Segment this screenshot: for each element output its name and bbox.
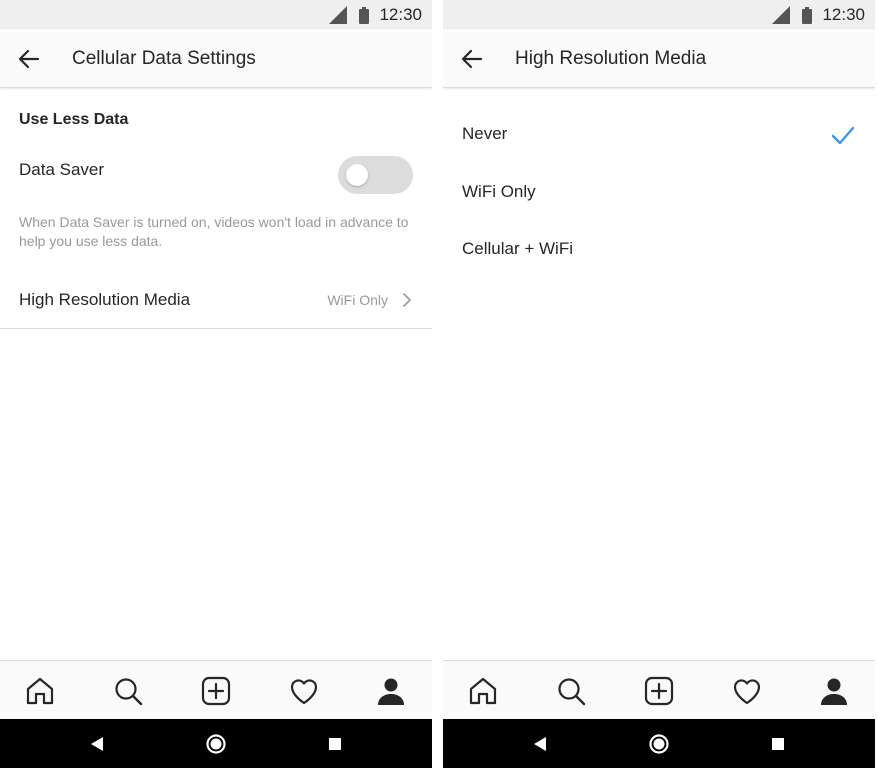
recents-square-icon[interactable] — [324, 733, 346, 755]
home-circle-icon[interactable] — [205, 733, 227, 755]
arrow-left-icon[interactable] — [16, 46, 42, 72]
add-post-icon[interactable] — [644, 676, 674, 706]
signal-icon — [329, 6, 348, 24]
profile-icon[interactable] — [819, 676, 849, 706]
chevron-right-icon — [403, 293, 411, 307]
tab-bar — [0, 660, 432, 719]
checkmark-icon — [831, 126, 855, 145]
status-icons: 12:30 — [772, 4, 865, 26]
data-saver-label: Data Saver — [19, 160, 105, 179]
arrow-left-icon[interactable] — [459, 46, 485, 72]
system-nav-bar — [0, 719, 432, 768]
cellular-data-settings-screen: 12:30 Cellular Data Settings Use Less Da… — [0, 0, 432, 768]
option-never-label: Never — [462, 124, 508, 143]
option-wifi-only-row[interactable]: WiFi Only — [443, 170, 875, 216]
divider — [0, 328, 432, 329]
battery-icon — [802, 6, 813, 24]
tab-bar — [443, 660, 875, 719]
data-saver-row: Data Saver — [0, 155, 432, 201]
home-circle-icon[interactable] — [648, 733, 670, 755]
heart-icon[interactable] — [289, 676, 319, 706]
add-post-icon[interactable] — [201, 676, 231, 706]
status-icons: 12:30 — [329, 4, 422, 26]
back-triangle-icon[interactable] — [86, 733, 108, 755]
option-never-row[interactable]: Never — [443, 112, 875, 158]
data-saver-helper-text: When Data Saver is turned on, videos won… — [19, 214, 409, 249]
status-bar: 12:30 — [0, 0, 432, 29]
signal-icon — [772, 6, 791, 24]
high-resolution-media-screen: 12:30 High Resolution Media Never WiFi O… — [443, 0, 875, 768]
page-title: Cellular Data Settings — [72, 48, 256, 69]
battery-icon — [359, 6, 370, 24]
search-icon[interactable] — [113, 676, 143, 706]
home-icon[interactable] — [25, 676, 55, 706]
recents-square-icon[interactable] — [767, 733, 789, 755]
option-cellular-wifi-row[interactable]: Cellular + WiFi — [443, 227, 875, 273]
high-resolution-media-value: WiFi Only — [327, 292, 388, 308]
home-icon[interactable] — [468, 676, 498, 706]
high-resolution-media-label: High Resolution Media — [19, 290, 191, 309]
app-bar: Cellular Data Settings — [0, 29, 432, 88]
option-cellular-wifi-label: Cellular + WiFi — [462, 239, 573, 258]
back-triangle-icon[interactable] — [529, 733, 551, 755]
page-title: High Resolution Media — [515, 48, 707, 69]
data-saver-toggle[interactable] — [338, 156, 413, 194]
status-bar: 12:30 — [443, 0, 875, 29]
option-wifi-only-label: WiFi Only — [462, 182, 536, 201]
section-heading: Use Less Data — [19, 111, 129, 128]
status-time: 12:30 — [822, 5, 865, 24]
toggle-knob — [346, 164, 368, 186]
heart-icon[interactable] — [732, 676, 762, 706]
profile-icon[interactable] — [376, 676, 406, 706]
status-time: 12:30 — [379, 5, 422, 24]
app-bar: High Resolution Media — [443, 29, 875, 88]
system-nav-bar — [443, 719, 875, 768]
search-icon[interactable] — [556, 676, 586, 706]
